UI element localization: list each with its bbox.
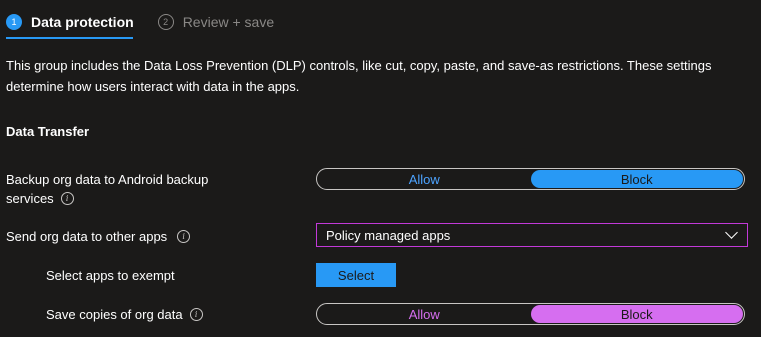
wizard-steps: 1 Data protection 2 Review + save <box>6 10 298 40</box>
save-copies-label: Save copies of org data <box>46 307 183 322</box>
step-label: Review + save <box>182 14 275 30</box>
send-org-data-dropdown[interactable]: Policy managed apps <box>316 223 748 247</box>
info-icon[interactable]: i <box>189 308 203 321</box>
backup-label-line1: Backup org data to Android backup <box>6 172 209 187</box>
exempt-label: Select apps to exempt <box>46 268 175 283</box>
chevron-down-icon <box>725 226 738 239</box>
send-org-data-label-row: Send org data to other apps i <box>6 227 191 246</box>
active-step-underline <box>6 37 133 39</box>
step-label: Data protection <box>31 14 134 30</box>
step-review-save[interactable]: 2 Review + save <box>157 10 275 34</box>
step-data-protection[interactable]: 1 Data protection <box>6 10 134 34</box>
section-title: Data Transfer <box>6 124 90 139</box>
save-copies-label-row: Save copies of org data i <box>46 305 203 324</box>
section-description: This group includes the Data Loss Preven… <box>6 58 712 94</box>
step-number: 2 <box>157 14 174 30</box>
backup-label-line2: services <box>6 191 54 206</box>
backup-block-option[interactable]: Block <box>530 170 743 188</box>
step-number: 1 <box>6 14 22 30</box>
save-copies-toggle[interactable]: Allow Block <box>316 303 745 325</box>
select-button[interactable]: Select <box>316 263 396 287</box>
backup-label: Backup org data to Android backup servic… <box>6 170 208 208</box>
backup-toggle[interactable]: Allow Block <box>316 168 745 190</box>
backup-allow-option[interactable]: Allow <box>318 170 531 188</box>
dropdown-value: Policy managed apps <box>326 227 451 243</box>
info-icon[interactable]: i <box>177 230 191 243</box>
save-copies-allow-option[interactable]: Allow <box>318 305 531 323</box>
send-org-data-label: Send org data to other apps <box>6 229 168 244</box>
info-icon[interactable]: i <box>60 192 74 205</box>
save-copies-block-option[interactable]: Block <box>530 305 743 323</box>
